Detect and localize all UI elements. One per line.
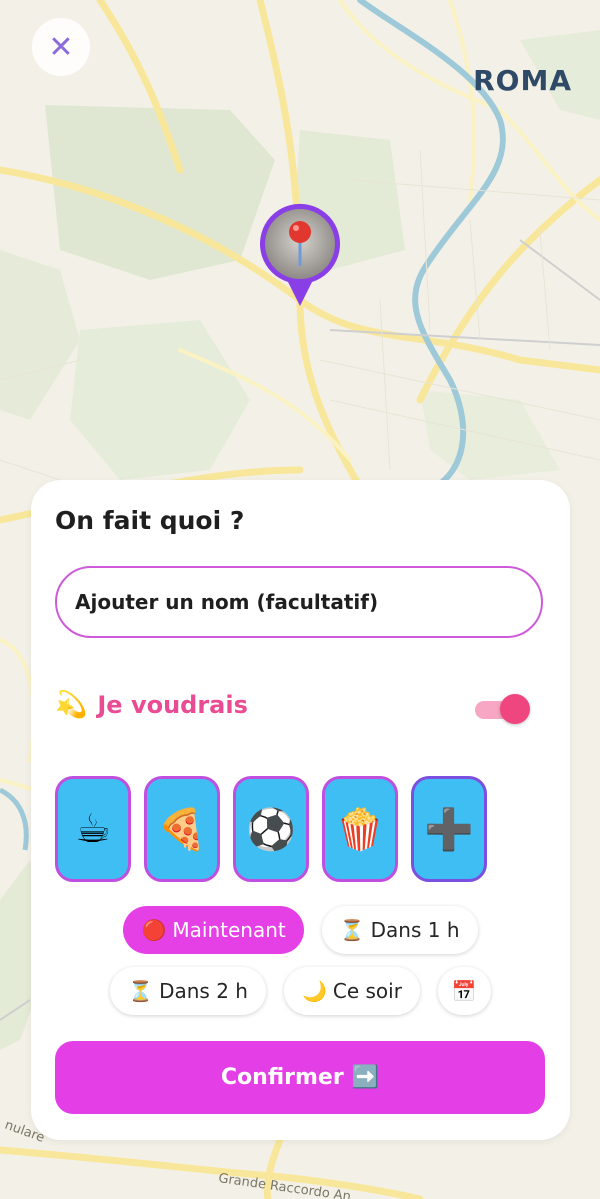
calendar-icon: 📅 (451, 979, 477, 1003)
dizzy-star-icon: 💫 (55, 690, 88, 720)
hourglass-icon: ⏳ (339, 918, 365, 942)
wish-label: Je voudrais (97, 691, 248, 719)
coffee-icon: ☕ (75, 806, 111, 852)
red-circle-icon: 🔴 (141, 918, 167, 942)
activity-list: ☕ 🍕 ⚽ 🍿 ➕ (55, 776, 500, 882)
activity-popcorn-button[interactable]: 🍿 (322, 776, 398, 882)
confirm-label: Confirmer (220, 1065, 344, 1090)
time-in-1h-label: Dans 1 h (370, 918, 460, 942)
add-activity-button[interactable]: ➕ (411, 776, 487, 882)
confirm-button[interactable]: Confirmer ➡️ (55, 1041, 545, 1114)
calendar-chip[interactable]: 📅 (437, 967, 491, 1015)
toggle-knob (500, 694, 530, 724)
wish-row: 💫 Je voudrais (55, 690, 248, 720)
time-tonight-chip[interactable]: 🌙 Ce soir (283, 967, 420, 1015)
time-in-2h-label: Dans 2 h (159, 979, 248, 1003)
city-label: ROMA (473, 64, 572, 97)
activity-coffee-button[interactable]: ☕ (55, 776, 131, 882)
pizza-icon: 🍕 (157, 806, 207, 853)
hourglass-icon: ⏳ (128, 979, 154, 1003)
name-input[interactable] (55, 566, 543, 638)
close-icon: ✕ (48, 29, 74, 65)
plus-icon: ➕ (424, 806, 474, 853)
close-button[interactable]: ✕ (32, 18, 90, 76)
map-pin-icon[interactable] (258, 202, 342, 310)
popcorn-icon: 🍿 (335, 806, 385, 853)
sheet-title: On fait quoi ? (55, 506, 245, 535)
activity-pizza-button[interactable]: 🍕 (144, 776, 220, 882)
activity-sheet: On fait quoi ? 💫 Je voudrais ☕ 🍕 ⚽ 🍿 ➕ 🔴… (31, 480, 570, 1140)
soccer-ball-icon: ⚽ (246, 806, 296, 853)
time-in-2h-chip[interactable]: ⏳ Dans 2 h (110, 967, 266, 1015)
crescent-moon-icon: 🌙 (301, 979, 327, 1003)
time-in-1h-chip[interactable]: ⏳ Dans 1 h (321, 906, 478, 954)
time-now-chip[interactable]: 🔴 Maintenant (123, 906, 304, 954)
time-options: 🔴 Maintenant ⏳ Dans 1 h ⏳ Dans 2 h 🌙 Ce … (31, 906, 570, 1028)
activity-soccer-button[interactable]: ⚽ (233, 776, 309, 882)
wish-toggle[interactable] (475, 694, 530, 724)
right-arrow-icon: ➡️ (351, 1065, 380, 1090)
time-now-label: Maintenant (172, 918, 286, 942)
time-tonight-label: Ce soir (332, 979, 402, 1003)
